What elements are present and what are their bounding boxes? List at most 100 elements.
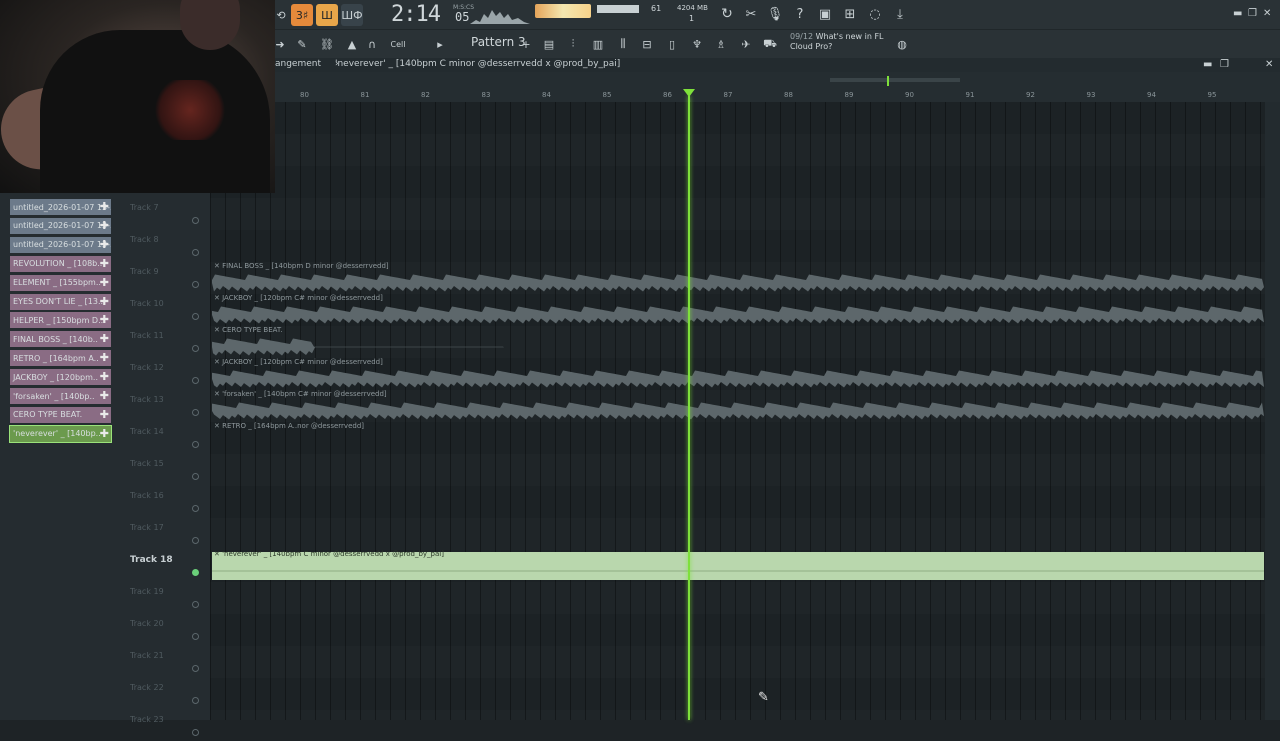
- chat-icon[interactable]: ◌: [866, 4, 884, 24]
- clip-add-icon[interactable]: ✚: [100, 370, 109, 383]
- pattern-selector[interactable]: Pattern 3: [471, 35, 526, 49]
- playlist-minimize-icon[interactable]: ▬: [1203, 59, 1212, 70]
- blend-notes-button[interactable]: ШФ: [341, 4, 363, 26]
- add-pattern-icon[interactable]: +: [521, 34, 531, 54]
- picker-clip-item[interactable]: HELPER _ [150bpm D.. ✚: [10, 312, 111, 329]
- oscilloscope-monitor[interactable]: [470, 6, 530, 26]
- undo-icon[interactable]: ↻: [718, 4, 736, 24]
- track-mute-led[interactable]: [192, 665, 199, 672]
- horizontal-scrollbar[interactable]: [275, 72, 1280, 88]
- arrow-right-icon[interactable]: ➜: [275, 34, 285, 54]
- track-mute-led[interactable]: [192, 409, 199, 416]
- clip-add-icon[interactable]: ✚: [100, 257, 109, 270]
- track-header[interactable]: Track 19: [118, 581, 210, 613]
- track-header[interactable]: Track 13: [118, 389, 210, 421]
- link-icon[interactable]: ⛓: [320, 34, 334, 54]
- picker-clip-item[interactable]: RETRO _ [164bpm A.. ✚: [10, 350, 111, 367]
- track-header[interactable]: Track 20: [118, 613, 210, 645]
- globe-icon[interactable]: ◍: [895, 34, 909, 54]
- track-header[interactable]: Track 15: [118, 453, 210, 485]
- clip-add-icon[interactable]: ✚: [100, 276, 109, 289]
- audio-clip[interactable]: ✕ 'neverever' _ [140bpm C minor @desserr…: [212, 550, 1264, 580]
- track-header[interactable]: Track 11: [118, 325, 210, 357]
- audio-clip[interactable]: ✕ RETRO _ [164bpm A..nor @desserrvedd]: [212, 422, 364, 452]
- playlist-icon[interactable]: ▤: [541, 34, 557, 54]
- track-header[interactable]: Track 23: [118, 709, 210, 741]
- picker-clip-item[interactable]: 'forsaken' _ [140bp.. ✚: [10, 388, 111, 404]
- track-mute-led[interactable]: [192, 601, 199, 608]
- mixer-icon[interactable]: ⫼: [615, 34, 631, 54]
- picker-clip-item[interactable]: 'neverever' _ [140bp.. ✚: [9, 424, 112, 443]
- microphone-icon[interactable]: 🎙: [766, 4, 784, 24]
- audio-clip[interactable]: ✕ JACKBOY _ [120bpm C# minor @desserrved…: [212, 294, 1264, 324]
- track-header[interactable]: Track 16: [118, 485, 210, 517]
- track-header[interactable]: Track 18: [118, 549, 210, 581]
- track-mute-led[interactable]: [192, 505, 199, 512]
- master-volume-meter[interactable]: [535, 4, 591, 18]
- plugin-icon[interactable]: ⊞: [841, 4, 859, 24]
- magnet-icon[interactable]: ∩: [367, 34, 377, 54]
- track-mute-led[interactable]: [192, 281, 199, 288]
- clip-add-icon[interactable]: ✚: [100, 408, 109, 421]
- cart-icon[interactable]: ⛟: [762, 34, 778, 54]
- snap-selector[interactable]: Cell: [383, 34, 413, 54]
- minimize-icon[interactable]: ▬: [1233, 8, 1242, 19]
- track-header[interactable]: Track 10: [118, 293, 210, 325]
- track-header[interactable]: Track 7: [118, 197, 210, 229]
- clip-add-icon[interactable]: ✚: [100, 219, 109, 232]
- track-header[interactable]: Track 12: [118, 357, 210, 389]
- record-icon[interactable]: ⟲: [275, 5, 287, 25]
- news-panel[interactable]: 09/12 What's new in FL Cloud Pro?: [790, 32, 884, 52]
- audio-clip[interactable]: ✕ JACKBOY _ [120bpm C# minor @desserrved…: [212, 358, 1264, 388]
- step-edit-button[interactable]: Ш: [316, 4, 338, 26]
- picker-clip-item[interactable]: CERO TYPE BEAT. ✚: [10, 406, 111, 423]
- track-mute-led[interactable]: [192, 217, 199, 224]
- picker-clip-item[interactable]: untitled_2026-01-07 13-.. ✚: [10, 199, 111, 215]
- clip-add-icon[interactable]: ✚: [100, 389, 109, 402]
- picker-clip-item[interactable]: JACKBOY _ [120bpm.. ✚: [10, 369, 111, 386]
- picker-clip-item[interactable]: REVOLUTION _ [108b.. ✚: [10, 255, 111, 272]
- vertical-scrollbar[interactable]: [1265, 102, 1280, 720]
- track-mute-led[interactable]: [192, 569, 199, 576]
- audio-clip[interactable]: ✕ FINAL BOSS _ [140bpm D minor @desserrv…: [212, 262, 1264, 292]
- plugin-picker-icon[interactable]: ♆: [689, 34, 705, 54]
- picker-clip-item[interactable]: ELEMENT _ [155bpm.. ✚: [10, 274, 111, 291]
- download-icon[interactable]: ⤓: [891, 4, 909, 24]
- picker-clip-item[interactable]: FINAL BOSS _ [140b.. ✚: [10, 331, 111, 348]
- track-mute-led[interactable]: [192, 633, 199, 640]
- playhead-marker[interactable]: [683, 89, 695, 97]
- audio-clip[interactable]: ✕ CERO TYPE BEAT.: [212, 326, 504, 356]
- track-mute-led[interactable]: [192, 313, 199, 320]
- track-mute-led[interactable]: [192, 697, 199, 704]
- clip-add-icon[interactable]: ✚: [100, 351, 109, 364]
- picker-clip-item[interactable]: untitled_2026-01-07 13-.. ✚: [10, 217, 111, 234]
- master-pitch-slider[interactable]: [597, 5, 639, 13]
- close-icon[interactable]: ✕: [1263, 8, 1271, 19]
- channel-rack-icon[interactable]: ▥: [590, 34, 606, 54]
- track-header[interactable]: Track 8: [118, 229, 210, 261]
- track-mute-led[interactable]: [192, 377, 199, 384]
- playlist-restore-icon[interactable]: ❐: [1220, 59, 1229, 70]
- track-mute-led[interactable]: [192, 473, 199, 480]
- picker-clip-item[interactable]: untitled_2026-01-07 13-.. ✚: [10, 236, 111, 253]
- project-icon[interactable]: ▯: [664, 34, 680, 54]
- track-header[interactable]: Track 22: [118, 677, 210, 709]
- stamp-icon[interactable]: ▲: [345, 34, 359, 54]
- clip-add-icon[interactable]: ✚: [100, 427, 109, 440]
- track-mute-led[interactable]: [192, 537, 199, 544]
- track-mute-led[interactable]: [192, 249, 199, 256]
- clip-add-icon[interactable]: ✚: [100, 313, 109, 326]
- clip-add-icon[interactable]: ✚: [100, 295, 109, 308]
- touch-keyboard-icon[interactable]: ♗: [713, 34, 729, 54]
- pencil-icon[interactable]: ✎: [295, 34, 309, 54]
- track-header[interactable]: Track 21: [118, 645, 210, 677]
- save-icon[interactable]: ▣: [816, 4, 834, 24]
- track-mute-led[interactable]: [192, 345, 199, 352]
- play-icon[interactable]: ▸: [435, 34, 445, 54]
- picker-clip-item[interactable]: EYES DON'T LIE _ [13.. ✚: [10, 293, 111, 310]
- time-display[interactable]: 2:14: [391, 2, 441, 27]
- track-mute-led[interactable]: [192, 441, 199, 448]
- track-header[interactable]: Track 17: [118, 517, 210, 549]
- help-icon[interactable]: ?: [791, 4, 809, 24]
- tools-icon[interactable]: ✂: [742, 4, 760, 24]
